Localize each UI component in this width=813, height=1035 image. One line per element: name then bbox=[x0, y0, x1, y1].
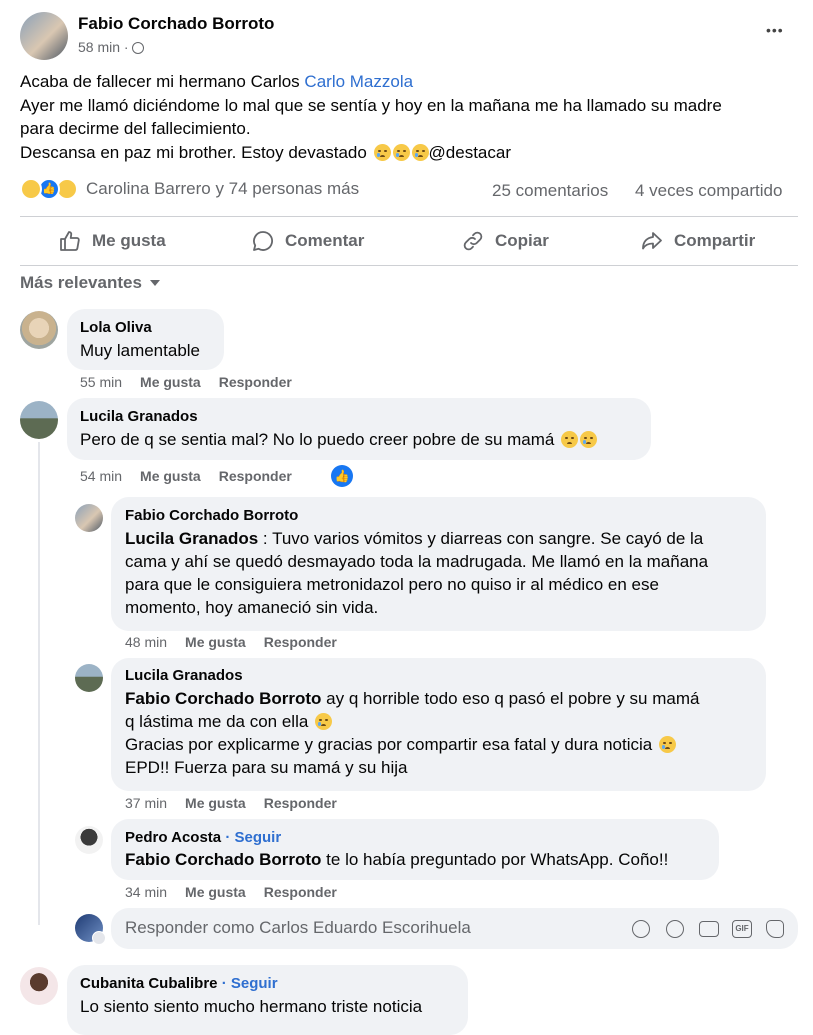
avatar[interactable] bbox=[75, 664, 103, 692]
sad-emoji-icon bbox=[658, 736, 676, 753]
reactions-summary[interactable]: 👍 Carolina Barrero y 74 personas más bbox=[20, 178, 359, 200]
comment-text: Muy lamentable bbox=[80, 341, 201, 360]
avatar[interactable] bbox=[20, 311, 58, 349]
thumbs-up-icon bbox=[60, 231, 80, 251]
avatar-sticker-icon[interactable] bbox=[632, 920, 650, 938]
reply-like-link[interactable]: Me gusta bbox=[185, 634, 246, 650]
reply-meta: 37 min Me gusta Responder bbox=[125, 795, 337, 811]
sad-emoji-icon bbox=[315, 713, 333, 730]
like-button[interactable]: Me gusta bbox=[58, 229, 166, 253]
reply-like-link[interactable]: Me gusta bbox=[185, 795, 246, 811]
divider bbox=[20, 216, 798, 217]
globe-icon bbox=[132, 42, 145, 54]
share-arrow-icon bbox=[642, 232, 662, 250]
follow-link[interactable]: · Seguir bbox=[225, 829, 281, 846]
comments-count[interactable]: 25 comentarios bbox=[492, 181, 608, 201]
shares-count[interactable]: 4 veces compartido bbox=[635, 181, 782, 201]
comment-author-name[interactable]: Cubanita Cubalibre bbox=[80, 975, 218, 992]
post-text: Acaba de fallecer mi hermano Carlos Carl… bbox=[20, 72, 722, 162]
comment-author: Cubanita Cubalibre · Seguir bbox=[80, 975, 278, 992]
share-button[interactable]: Compartir bbox=[640, 229, 755, 253]
comment-text: Pero de q se sentia mal? No lo puedo cre… bbox=[80, 428, 598, 451]
camera-icon[interactable] bbox=[699, 921, 719, 937]
comment-text: Lo siento siento mucho hermano triste no… bbox=[80, 997, 423, 1016]
gif-icon[interactable]: GIF bbox=[732, 920, 752, 938]
reply-author: Pedro Acosta · Seguir bbox=[125, 829, 281, 846]
reply-text: Lucila Granados : Tuvo varios vómitos y … bbox=[125, 529, 709, 617]
reply-text: Fabio Corchado Borroto te lo había pregu… bbox=[125, 850, 669, 869]
comment-reply-link[interactable]: Responder bbox=[219, 468, 292, 484]
sticker-icon[interactable] bbox=[766, 920, 784, 938]
avatar-chevron-down-icon[interactable] bbox=[92, 931, 106, 945]
reply-text: Fabio Corchado Borroto ay q horrible tod… bbox=[125, 689, 700, 777]
reply-reply-link[interactable]: Responder bbox=[264, 634, 337, 650]
comment-author[interactable]: Lola Oliva bbox=[80, 319, 152, 336]
reply-mention[interactable]: Fabio Corchado Borroto bbox=[125, 689, 321, 708]
post-mention-link[interactable]: Carlo Mazzola bbox=[304, 72, 413, 91]
reply-reply-link[interactable]: Responder bbox=[264, 884, 337, 900]
comment-bubble-icon bbox=[253, 231, 273, 251]
comment-reply-link[interactable]: Responder bbox=[219, 374, 292, 390]
comment-author[interactable]: Lucila Granados bbox=[80, 408, 198, 425]
comment-like-link[interactable]: Me gusta bbox=[140, 374, 201, 390]
reply-author[interactable]: Lucila Granados bbox=[125, 667, 243, 684]
reply-reply-link[interactable]: Responder bbox=[264, 795, 337, 811]
reply-mention[interactable]: Lucila Granados bbox=[125, 529, 258, 548]
divider bbox=[20, 265, 798, 266]
avatar[interactable] bbox=[75, 504, 103, 532]
like-reaction-icon[interactable]: 👍 bbox=[331, 465, 353, 487]
caret-down-icon bbox=[149, 280, 160, 286]
sad-reaction-icon bbox=[20, 178, 42, 200]
avatar[interactable] bbox=[75, 826, 103, 854]
comment-meta: 55 min Me gusta Responder bbox=[80, 374, 292, 390]
comment-like-link[interactable]: Me gusta bbox=[140, 468, 201, 484]
comment-meta: 54 min Me gusta Responder bbox=[80, 468, 292, 484]
avatar[interactable] bbox=[20, 967, 58, 1005]
reply-meta: 34 min Me gusta Responder bbox=[125, 884, 337, 900]
follow-link[interactable]: · Seguir bbox=[222, 975, 278, 992]
sad-emoji-icon bbox=[580, 431, 598, 448]
sad-emoji-icon bbox=[373, 143, 391, 161]
avatar[interactable] bbox=[20, 401, 58, 439]
post-time[interactable]: 58 min · bbox=[78, 39, 145, 55]
comment-button[interactable]: Comentar bbox=[251, 229, 364, 253]
sort-dropdown[interactable]: Más relevantes bbox=[20, 273, 160, 293]
sad-emoji-icon bbox=[561, 431, 579, 448]
emoji-icon[interactable] bbox=[666, 920, 684, 938]
author-avatar[interactable] bbox=[20, 12, 68, 60]
reply-author-name[interactable]: Pedro Acosta bbox=[125, 829, 221, 846]
reply-meta: 48 min Me gusta Responder bbox=[125, 634, 337, 650]
highlight-tag[interactable]: @destacar bbox=[429, 143, 511, 162]
crying-emoji-icon bbox=[411, 143, 429, 161]
author-name[interactable]: Fabio Corchado Borroto bbox=[78, 14, 274, 34]
reply-like-link[interactable]: Me gusta bbox=[185, 884, 246, 900]
more-options-button[interactable]: ••• bbox=[766, 22, 784, 38]
reply-input[interactable]: Responder como Carlos Eduardo Escorihuel… bbox=[125, 918, 471, 938]
link-icon bbox=[463, 231, 483, 251]
thread-line bbox=[38, 442, 40, 925]
sad-emoji-icon bbox=[392, 143, 410, 161]
copy-button[interactable]: Copiar bbox=[461, 229, 549, 253]
reply-author[interactable]: Fabio Corchado Borroto bbox=[125, 507, 298, 524]
reply-mention[interactable]: Fabio Corchado Borroto bbox=[125, 850, 321, 869]
